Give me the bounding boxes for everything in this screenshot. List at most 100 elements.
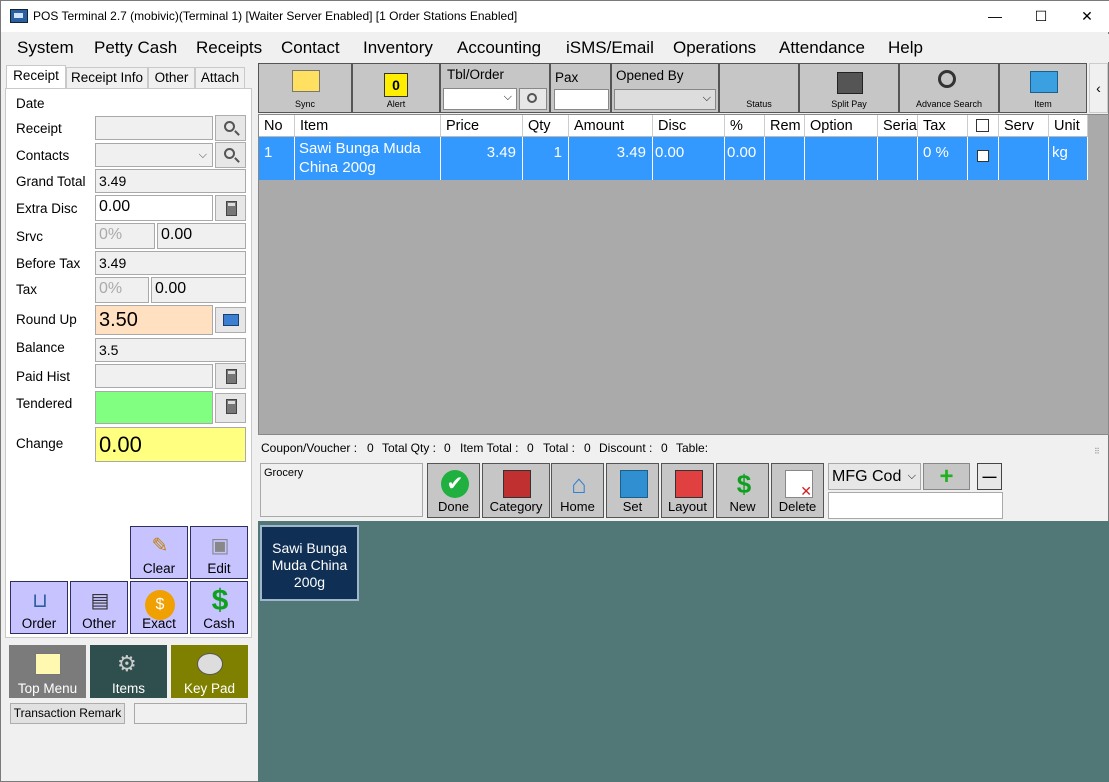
other-payment-button[interactable]: ▤ Other [70,581,128,634]
add-button[interactable]: + [923,463,970,490]
row1-rem[interactable] [765,137,805,180]
set-button[interactable]: Set [606,463,659,518]
delete-button[interactable]: ✕ Delete [771,463,824,518]
alert-button[interactable]: 0 Alert [352,63,440,113]
col-qty[interactable]: Qty [523,115,569,137]
tendered-input[interactable] [95,391,213,424]
contacts-select[interactable]: ⌵ [95,143,213,167]
extra-disc-calc-button[interactable] [215,195,246,221]
col-option[interactable]: Option [805,115,878,137]
maximize-button[interactable]: ☐ [1018,1,1064,32]
layout-label: Layout [667,499,708,514]
menu-isms-email[interactable]: iSMS/Email [566,38,654,58]
cash-button[interactable]: $ Cash [190,581,248,634]
opened-by-select[interactable]: ⌵ [614,89,716,110]
row1-serial[interactable] [878,137,918,180]
col-serv[interactable]: Serv [999,115,1049,137]
sync-button[interactable]: Sync [258,63,352,113]
resize-grip[interactable]: ⠿ [1094,447,1106,457]
code-input[interactable] [828,492,1003,519]
menu-receipts[interactable]: Receipts [196,38,262,58]
row1-percent[interactable]: 0.00 [725,137,765,180]
checkmark-icon: ✔ [441,470,469,498]
advance-search-button[interactable]: Advance Search [899,63,999,113]
row1-checkbox[interactable] [977,150,989,162]
col-checkbox[interactable] [968,115,999,137]
alert-count-badge: 0 [384,73,408,97]
row1-checkbox-cell[interactable] [968,137,999,180]
col-price[interactable]: Price [441,115,523,137]
header-checkbox[interactable] [976,119,989,132]
new-button[interactable]: $ New [716,463,769,518]
minimize-button[interactable]: — [972,1,1018,32]
extra-disc-input[interactable]: 0.00 [95,195,213,221]
top-menu-button[interactable]: Top Menu [9,645,86,698]
row1-serv[interactable] [999,137,1049,180]
receipt-search-button[interactable] [215,115,246,141]
mfg-code-select[interactable]: MFG Cod ⌵ [828,463,921,490]
exact-button[interactable]: $ Exact [130,581,188,634]
change-label: Change [16,436,64,451]
tendered-calc-button[interactable] [215,393,246,423]
col-tax[interactable]: Tax [918,115,968,137]
category-button[interactable]: Category [482,463,550,518]
row1-qty[interactable]: 1 [523,137,569,180]
receipt-field[interactable] [95,116,213,140]
sync-icon [292,70,320,92]
items-button[interactable]: ⚙ Items [90,645,167,698]
paid-hist-calc-button[interactable] [215,363,246,389]
tab-receipt[interactable]: Receipt [6,65,66,89]
menu-attendance[interactable]: Attendance [779,38,865,58]
tab-receipt-info[interactable]: Receipt Info [66,67,148,89]
item-tile[interactable]: Sawi Bunga Muda China 200g [260,525,359,601]
col-amount[interactable]: Amount [569,115,653,137]
transaction-remark-button[interactable]: Transaction Remark [10,703,125,724]
row1-amount[interactable]: 3.49 [569,137,653,180]
menu-petty-cash[interactable]: Petty Cash [94,38,177,58]
status-button[interactable]: Status [719,63,799,113]
pax-input[interactable] [554,89,609,110]
round-up-button[interactable] [215,307,246,333]
remove-button[interactable]: — [977,463,1002,490]
row1-tax[interactable]: 0 % [918,137,968,180]
menu-contact[interactable]: Contact [281,38,340,58]
edit-button[interactable]: ▣ Edit [190,526,248,579]
home-button[interactable]: ⌂ Home [551,463,604,518]
done-button[interactable]: ✔ Done [427,463,480,518]
col-unit[interactable]: Unit [1049,115,1088,137]
col-item[interactable]: Item [295,115,441,137]
row1-item[interactable]: Sawi Bunga Muda China 200g [295,137,441,180]
transaction-remark-field[interactable] [134,703,247,724]
menu-help[interactable]: Help [888,38,923,58]
tbl-order-select[interactable]: ⌵ [443,88,517,110]
order-button[interactable]: ⊔ Order [10,581,68,634]
row1-no[interactable]: 1 [259,137,295,180]
tab-other[interactable]: Other [148,67,195,89]
layout-button[interactable]: Layout [661,463,714,518]
contacts-search-button[interactable] [215,142,246,168]
row1-option[interactable] [805,137,878,180]
menu-operations[interactable]: Operations [673,38,756,58]
row1-disc[interactable]: 0.00 [653,137,725,180]
balance-label: Balance [16,340,65,355]
key-pad-button[interactable]: Key Pad [171,645,248,698]
col-rem[interactable]: Rem [765,115,805,137]
row1-price[interactable]: 3.49 [441,137,523,180]
col-no[interactable]: No [259,115,295,137]
col-percent[interactable]: % [725,115,765,137]
close-button[interactable]: ✕ [1064,1,1109,32]
menu-inventory[interactable]: Inventory [363,38,433,58]
col-disc[interactable]: Disc [653,115,725,137]
tbl-order-search-button[interactable] [519,88,547,110]
blocks-icon [620,470,648,498]
split-pay-button[interactable]: Split Pay [799,63,899,113]
item-label: Item [1034,99,1052,109]
tab-attach[interactable]: Attach [195,67,245,89]
item-button[interactable]: Item [999,63,1087,113]
clear-button[interactable]: ✎ Clear [130,526,188,579]
menu-accounting[interactable]: Accounting [457,38,541,58]
row1-unit[interactable]: kg [1049,137,1088,180]
toolbar-collapse-button[interactable]: ‹ [1089,63,1108,113]
menu-system[interactable]: System [17,38,74,58]
col-serial[interactable]: Seria [878,115,918,137]
